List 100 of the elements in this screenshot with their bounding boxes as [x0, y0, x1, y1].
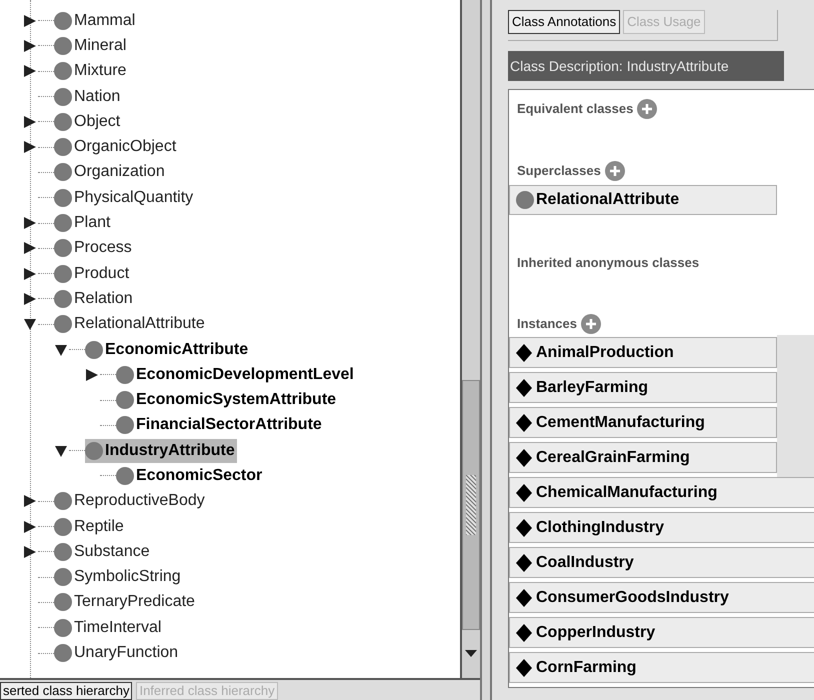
- expand-toggle-icon[interactable]: [86, 368, 98, 381]
- expand-toggle-icon[interactable]: [24, 141, 36, 154]
- expand-toggle-icon[interactable]: [24, 520, 36, 533]
- tree-item[interactable]: EconomicDevelopmentLevel: [116, 362, 356, 387]
- tree-item[interactable]: Process: [54, 236, 134, 260]
- individual-icon: [516, 518, 532, 536]
- individual-icon: [516, 448, 532, 466]
- class-icon: [116, 391, 134, 410]
- tree-item[interactable]: UnaryFunction: [54, 641, 180, 666]
- individual-icon: [516, 658, 532, 676]
- tree-item[interactable]: ReproductiveBody: [54, 489, 207, 514]
- tree-item[interactable]: EconomicAttribute: [85, 338, 250, 362]
- individual-icon: [516, 344, 532, 362]
- class-icon: [116, 366, 134, 384]
- expand-toggle-icon[interactable]: [24, 268, 36, 280]
- class-icon: [516, 191, 534, 209]
- instance-row[interactable]: ClothingIndustry: [509, 512, 814, 543]
- class-icon: [54, 290, 72, 308]
- expand-toggle-icon[interactable]: [24, 217, 36, 230]
- tree-item[interactable]: Product: [54, 262, 132, 286]
- instance-row[interactable]: BarleyFarming: [509, 372, 777, 403]
- add-icon[interactable]: [604, 161, 625, 181]
- tree-item[interactable]: Mixture: [54, 59, 128, 84]
- instance-row[interactable]: CopperIndustry: [509, 617, 814, 648]
- collapse-toggle-icon[interactable]: [55, 444, 67, 457]
- tree-item[interactable]: FinancialSectorAttribute: [116, 413, 324, 438]
- class-icon: [54, 62, 72, 80]
- section-label: Inherited anonymous classes: [517, 255, 700, 270]
- individual-icon: [516, 378, 532, 396]
- class-icon: [116, 416, 134, 434]
- tree-item[interactable]: EconomicSector: [116, 464, 264, 488]
- view-tab[interactable]: Class Annotations: [508, 10, 620, 34]
- instance-row[interactable]: ConsumerGoodsIndustry: [509, 582, 814, 613]
- class-icon: [54, 618, 72, 637]
- panel-header: Class Description: IndustryAttribute: [508, 51, 784, 81]
- individual-icon: [516, 588, 532, 606]
- class-icon: [54, 214, 72, 232]
- tree-item[interactable]: PhysicalQuantity: [54, 186, 196, 210]
- class-icon: [85, 442, 103, 460]
- tree-item[interactable]: SymbolicString: [54, 565, 183, 590]
- add-icon[interactable]: [637, 99, 658, 119]
- expand-toggle-icon[interactable]: [24, 116, 36, 128]
- instance-row[interactable]: CoalIndustry: [509, 547, 814, 578]
- tree-item[interactable]: OrganicObject: [54, 135, 178, 160]
- class-icon: [54, 644, 72, 662]
- scrollbar-thumb[interactable]: [462, 380, 480, 630]
- class-icon: [116, 466, 134, 485]
- class-icon: [54, 239, 72, 258]
- scroll-down-icon[interactable]: [463, 648, 479, 658]
- tree-item[interactable]: Nation: [54, 84, 122, 109]
- class-icon: [54, 138, 72, 156]
- instance-row[interactable]: CornFarming: [509, 652, 814, 683]
- tree-item[interactable]: Organization: [54, 160, 167, 184]
- superclass-row[interactable]: RelationalAttribute: [509, 185, 777, 215]
- section-label: Instances: [517, 315, 577, 334]
- collapse-toggle-icon[interactable]: [24, 318, 36, 330]
- class-icon: [85, 340, 103, 358]
- scrollbar[interactable]: [460, 0, 480, 678]
- section-label: Equivalent classes: [517, 100, 634, 118]
- tree-item[interactable]: Reptile: [54, 514, 126, 539]
- collapse-toggle-icon[interactable]: [55, 344, 67, 356]
- tree-item[interactable]: EconomicSystemAttribute: [116, 388, 338, 412]
- expand-toggle-icon[interactable]: [24, 495, 36, 508]
- tree-item[interactable]: TernaryPredicate: [54, 590, 197, 614]
- instance-row[interactable]: CementManufacturing: [509, 407, 777, 438]
- tree-item[interactable]: Substance: [54, 540, 152, 564]
- expand-toggle-icon[interactable]: [24, 292, 36, 305]
- section-label: Superclasses: [517, 162, 601, 180]
- hierarchy-tab[interactable]: serted class hierarchy: [0, 682, 132, 700]
- tree-item[interactable]: Object: [54, 110, 122, 134]
- class-icon: [54, 12, 72, 30]
- class-icon: [54, 88, 72, 106]
- instance-row[interactable]: ChemicalManufacturing: [509, 477, 814, 508]
- class-icon: [54, 112, 72, 131]
- tree-item[interactable]: Plant: [54, 211, 112, 236]
- individual-icon: [516, 624, 532, 642]
- class-icon: [54, 264, 72, 283]
- individual-icon: [516, 414, 532, 432]
- individual-icon: [516, 554, 532, 572]
- expand-toggle-icon[interactable]: [24, 242, 36, 254]
- class-icon: [54, 188, 72, 207]
- class-icon: [54, 163, 72, 182]
- expand-toggle-icon[interactable]: [24, 546, 36, 558]
- tree-item[interactable]: RelationalAttribute: [54, 312, 207, 336]
- tree-item[interactable]: Mineral: [54, 34, 128, 58]
- individual-icon: [516, 484, 532, 502]
- tree-item[interactable]: Mammal: [54, 8, 138, 33]
- tree-item[interactable]: TimeInterval: [54, 616, 164, 640]
- add-icon[interactable]: [580, 314, 601, 334]
- instance-row[interactable]: AnimalProduction: [509, 337, 777, 368]
- expand-toggle-icon[interactable]: [24, 65, 36, 78]
- expand-toggle-icon[interactable]: [24, 40, 36, 52]
- tree-item[interactable]: Relation: [54, 286, 135, 311]
- class-icon: [54, 492, 72, 510]
- tree-item[interactable]: IndustryAttribute: [85, 438, 237, 463]
- expand-toggle-icon[interactable]: [24, 14, 36, 27]
- class-icon: [54, 518, 72, 536]
- class-icon: [54, 593, 72, 612]
- class-icon: [54, 568, 72, 586]
- instance-row[interactable]: CerealGrainFarming: [509, 442, 777, 473]
